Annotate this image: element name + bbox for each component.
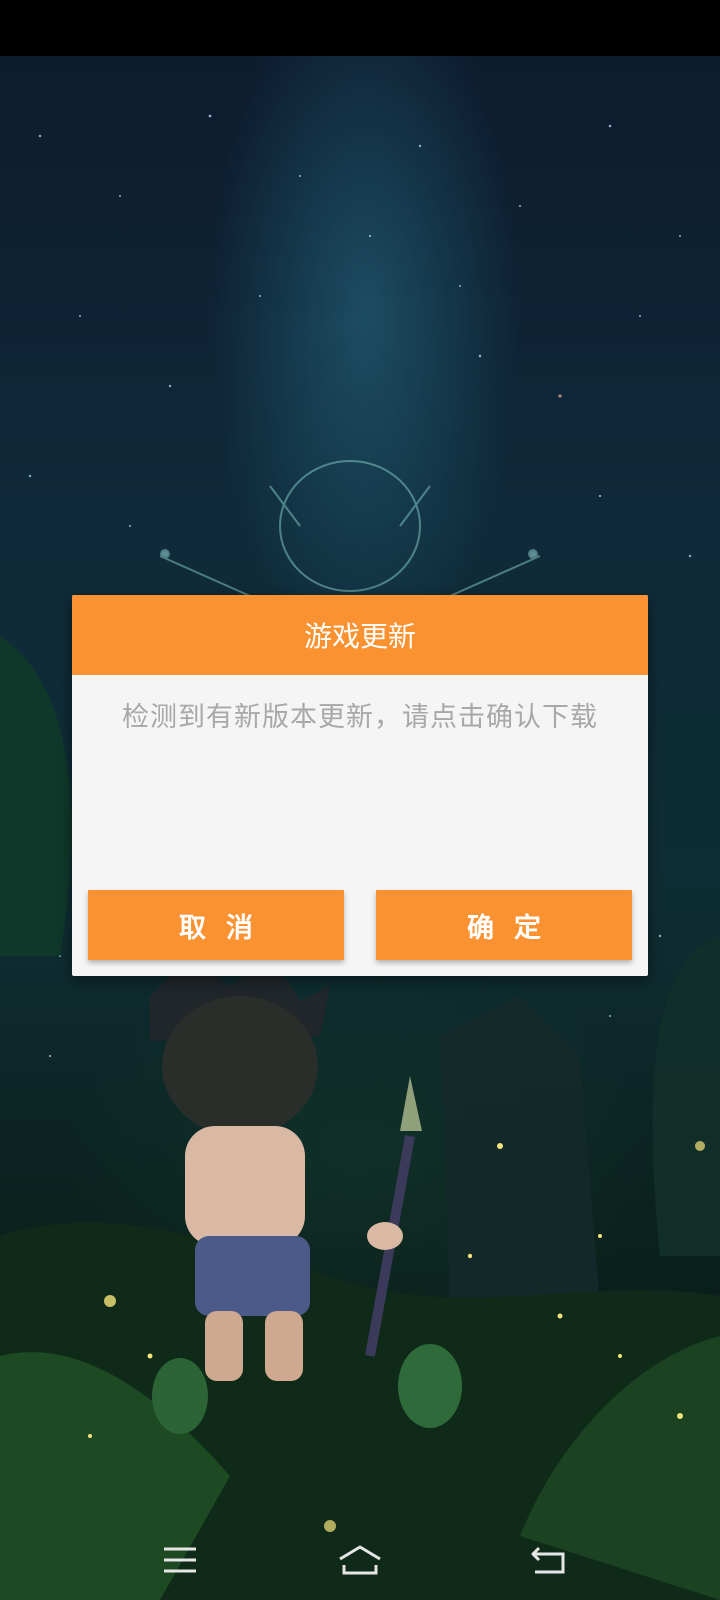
confirm-button-label: 确定: [467, 912, 561, 944]
menu-icon: [164, 1547, 196, 1573]
update-dialog: 游戏更新 检测到有新版本更新，请点击确认下载 取消 确定: [72, 595, 648, 976]
back-icon: [531, 1546, 565, 1574]
cancel-button[interactable]: 取消: [88, 890, 344, 960]
menu-button[interactable]: [150, 1532, 210, 1588]
confirm-button[interactable]: 确定: [376, 890, 632, 960]
dialog-header: 游戏更新: [72, 595, 648, 675]
status-bar: [0, 0, 720, 56]
dialog-message: 检测到有新版本更新，请点击确认下载: [122, 702, 598, 733]
screen: 游戏更新 检测到有新版本更新，请点击确认下载 取消 确定: [0, 0, 720, 1600]
home-button[interactable]: [330, 1532, 390, 1588]
cancel-button-label: 取消: [179, 912, 273, 944]
dialog-title: 游戏更新: [303, 620, 416, 653]
navigation-bar: [0, 1520, 720, 1600]
constellation-figure: [159, 460, 541, 597]
home-icon: [339, 1545, 381, 1575]
back-button[interactable]: [519, 1532, 579, 1588]
